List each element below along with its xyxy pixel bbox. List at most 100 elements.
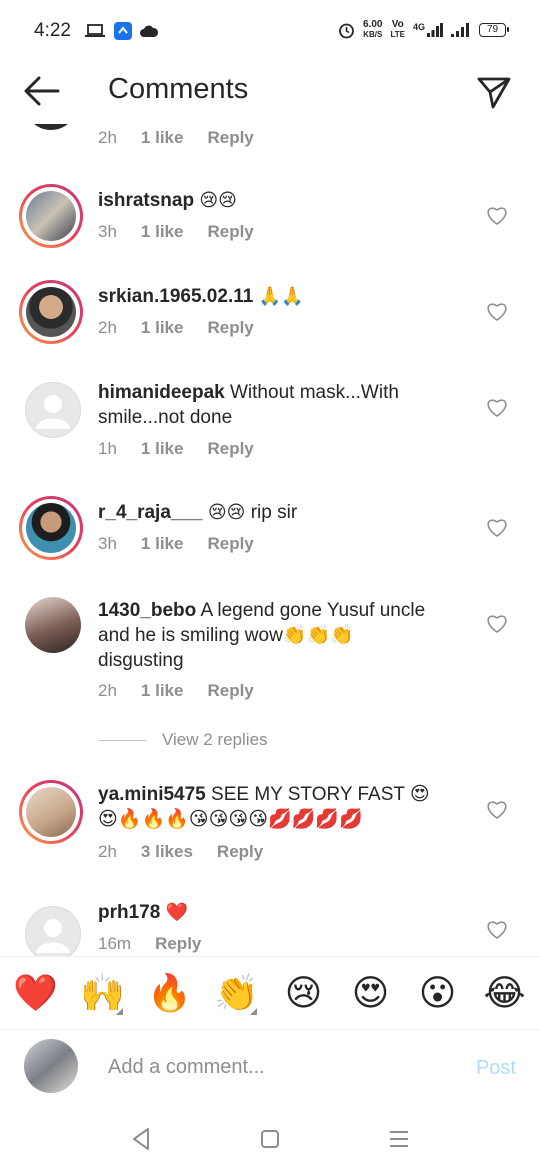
comment-likes[interactable]: 1 like	[141, 222, 184, 242]
post-button[interactable]: Post	[476, 1057, 516, 1080]
avatar[interactable]	[22, 379, 86, 443]
like-heart-icon[interactable]	[486, 614, 508, 634]
default-avatar-icon	[36, 395, 70, 429]
avatar[interactable]	[19, 780, 83, 844]
avatar[interactable]	[19, 496, 83, 560]
status-time: 4:22	[34, 20, 71, 41]
comment-emoji: 😢😢	[207, 502, 246, 522]
replies-divider	[98, 739, 146, 741]
comment-username[interactable]: ishratsnap	[98, 190, 194, 211]
signal-icon-2	[451, 23, 469, 37]
reply-button[interactable]: Reply	[207, 318, 253, 338]
view-replies-button[interactable]: View 2 replies	[98, 730, 268, 750]
comment-likes[interactable]: 1 like	[141, 534, 184, 554]
comment-likes[interactable]: 1 like	[141, 439, 184, 459]
comment-meta: 3h 1 like Reply	[98, 222, 254, 242]
reply-button[interactable]: Reply	[207, 128, 253, 148]
emoji-heart-button[interactable]: ❤️	[8, 973, 64, 1013]
comment-time: 16m	[98, 934, 132, 953]
comment-text: prh178 ❤️	[98, 900, 448, 925]
laptop-icon	[85, 24, 105, 37]
like-heart-icon[interactable]	[486, 206, 508, 226]
comment-meta: 3h 1 like Reply	[98, 534, 254, 554]
comment-username[interactable]: himanideepak	[98, 382, 225, 403]
signal-icon	[427, 23, 443, 37]
app-notification-icon	[114, 22, 132, 40]
avatar[interactable]	[22, 903, 86, 956]
comment-meta: 2h 1 like Reply	[98, 128, 254, 148]
comment-time: 1h	[98, 439, 117, 458]
comment-likes[interactable]: 1 like	[141, 681, 184, 701]
default-avatar-icon	[36, 919, 70, 953]
comment-content: rip sir	[250, 502, 298, 523]
comment-time: 2h	[98, 128, 117, 147]
like-heart-icon[interactable]	[486, 398, 508, 418]
comment-emoji: 😢😢	[199, 190, 237, 210]
volte-top: Vo	[391, 19, 404, 30]
reply-button[interactable]: Reply	[207, 222, 253, 242]
reply-button[interactable]: Reply	[207, 681, 253, 701]
comment-likes[interactable]: 1 like	[141, 128, 184, 148]
back-button[interactable]	[22, 74, 62, 108]
comment-time: 3h	[98, 222, 117, 241]
avatar[interactable]	[19, 184, 83, 248]
comment-username[interactable]: r_4_raja___	[98, 502, 203, 523]
comment-meta: 1h 1 like Reply	[98, 439, 254, 459]
comment-meta: 16m Reply	[98, 934, 201, 954]
nav-recents-icon[interactable]	[384, 1124, 414, 1154]
volte-bottom: LTE	[390, 30, 405, 39]
view-replies-label: View 2 replies	[162, 730, 268, 749]
emoji-laughing-button[interactable]: 😂	[477, 973, 533, 1013]
share-button[interactable]	[476, 74, 512, 110]
emoji-clap-button[interactable]: 👏	[209, 972, 265, 1015]
comment-meta: 2h 1 like Reply	[98, 318, 254, 338]
comment-likes[interactable]: 1 like	[141, 318, 184, 338]
net-speed-value: 6.00	[363, 19, 383, 30]
emoji-raised-hands-button[interactable]: 🙌	[75, 973, 131, 1015]
comment-meta: 2h 1 like Reply	[98, 681, 254, 701]
emoji-surprised-button[interactable]: 😮	[410, 973, 466, 1013]
nav-home-icon[interactable]	[255, 1124, 285, 1154]
comments-header: Comments	[0, 64, 540, 120]
emoji-heart-eyes-button[interactable]: 😍	[343, 973, 399, 1013]
reply-button[interactable]: Reply	[207, 534, 253, 554]
skin-tone-indicator	[249, 1008, 257, 1015]
comment-input[interactable]	[108, 1051, 448, 1083]
avatar[interactable]	[19, 280, 83, 344]
comment-username[interactable]: ya.mini5475	[98, 784, 206, 805]
battery-indicator: 79	[479, 23, 509, 37]
reply-button[interactable]: Reply	[155, 934, 201, 954]
like-heart-icon[interactable]	[486, 800, 508, 820]
comment-text: himanideepak Without mask...With smile..…	[98, 380, 443, 430]
alarm-icon	[339, 23, 354, 38]
emoji-fire-button[interactable]: 🔥	[142, 973, 198, 1013]
emoji-crying-button[interactable]: 😢	[276, 973, 332, 1013]
reply-button[interactable]: Reply	[217, 842, 263, 862]
comment-text: srkian.1965.02.11 🙏🙏	[98, 284, 448, 309]
avatar[interactable]	[22, 594, 86, 658]
reply-button[interactable]: Reply	[207, 439, 253, 459]
comment-text: ya.mini5475 SEE MY STORY FAST 😍😍🔥🔥🔥😘😘😘😘💋…	[98, 782, 443, 832]
avatar[interactable]	[24, 124, 78, 130]
comment-time: 2h	[98, 842, 117, 861]
signal-4g-label: 4G	[412, 22, 425, 32]
comment-username[interactable]: prh178	[98, 902, 160, 923]
quick-emoji-bar: ❤️ 🙌 🔥 👏 😢 😍 😮 😂	[0, 956, 540, 1030]
emoji-clap: 👏	[214, 972, 259, 1013]
comment-time: 2h	[98, 681, 117, 700]
comment-time: 2h	[98, 318, 117, 337]
skin-tone-indicator	[115, 1008, 123, 1015]
system-nav-bar	[0, 1104, 540, 1170]
status-bar: 4:22 6.00 KB/S Vo LTE 4G 79	[0, 0, 540, 64]
arrow-left-icon	[24, 76, 60, 106]
net-speed: 6.00 KB/S	[363, 20, 382, 40]
comments-list[interactable]: 2h 1 like Reply ishratsnap 😢😢 3h 1 like …	[0, 124, 540, 956]
page-title: Comments	[108, 73, 249, 105]
nav-back-icon[interactable]	[126, 1124, 156, 1154]
like-heart-icon[interactable]	[486, 302, 508, 322]
like-heart-icon[interactable]	[486, 518, 508, 538]
comment-username[interactable]: srkian.1965.02.11	[98, 286, 253, 307]
comment-username[interactable]: 1430_bebo	[98, 600, 196, 621]
comment-likes[interactable]: 3 likes	[141, 842, 193, 862]
like-heart-icon[interactable]	[486, 920, 508, 940]
